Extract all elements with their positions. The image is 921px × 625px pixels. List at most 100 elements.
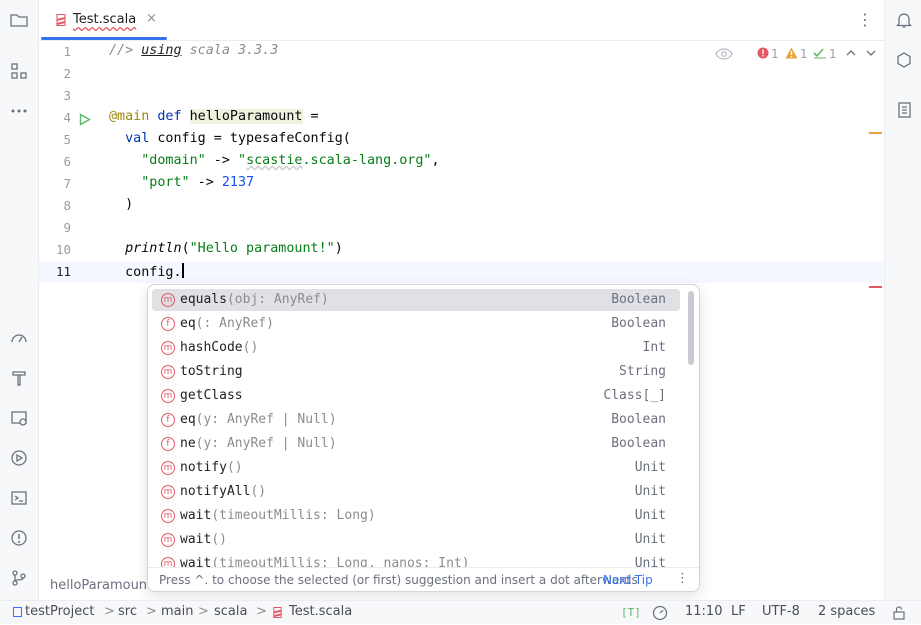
completion-name-text: getClass: [180, 388, 243, 403]
file-encoding[interactable]: UTF-8: [762, 604, 800, 619]
git-icon[interactable]: [9, 568, 29, 588]
project-folder-icon[interactable]: [9, 10, 29, 30]
scala-file-icon: [55, 12, 67, 27]
completion-item-name: ne(y: AnyRef | Null): [180, 436, 337, 451]
completion-name-text: notifyAll: [180, 484, 251, 499]
read-only-toggle-icon[interactable]: [892, 605, 906, 624]
completion-name-text: eq: [180, 412, 196, 427]
line-number: 9: [63, 220, 71, 235]
breadcrumb-scala[interactable]: scala: [214, 604, 247, 619]
completion-name-text: hashCode: [180, 340, 243, 355]
weak-warning-count: 1: [829, 47, 837, 61]
line-number: 3: [63, 88, 71, 103]
method-kind-icon: m: [161, 533, 175, 547]
completion-name-text: toString: [180, 364, 243, 379]
completion-item[interactable]: f eq(y: AnyRef | Null) Boolean: [152, 409, 680, 431]
completion-signature: (): [211, 532, 227, 547]
completion-return-type: Unit: [634, 484, 666, 499]
breadcrumb-file[interactable]: Test.scala: [289, 604, 352, 619]
completion-return-type: Int: [642, 340, 666, 355]
completion-item[interactable]: m toString String: [152, 361, 680, 383]
breadcrumb-separator: >: [146, 604, 157, 619]
error-count-icon: [757, 47, 769, 62]
run-icon[interactable]: [9, 448, 29, 468]
editor-tab-bar: Test.scala × ⋮: [39, 0, 884, 41]
problems-icon[interactable]: [9, 528, 29, 548]
breadcrumb-separator: >: [198, 604, 209, 619]
completion-item[interactable]: f eq(: AnyRef) Boolean: [152, 313, 680, 335]
line-ending[interactable]: LF: [731, 604, 746, 619]
next-tip-link[interactable]: Next Tip: [603, 573, 653, 587]
run-main-gutter-icon[interactable]: [79, 111, 91, 126]
completion-item[interactable]: m wait(timeoutMillis: Long) Unit: [152, 505, 680, 527]
documentation-icon[interactable]: [894, 100, 914, 120]
completion-return-type: Unit: [634, 532, 666, 547]
breadcrumb-separator: >: [104, 604, 115, 619]
completion-options-icon[interactable]: ⋮: [676, 571, 689, 586]
type-aware-indicator[interactable]: [T]: [621, 606, 641, 619]
tab-options-icon[interactable]: ⋮: [857, 10, 873, 29]
profiler-icon[interactable]: [9, 328, 29, 348]
services-icon[interactable]: [9, 408, 29, 428]
indent-setting[interactable]: 2 spaces: [818, 604, 875, 619]
previous-highlight-chevron-up-icon[interactable]: [846, 47, 856, 62]
completion-signature: (y: AnyRef | Null): [195, 412, 337, 427]
completion-item-name: hashCode(): [180, 340, 258, 355]
completion-signature: (obj: AnyRef): [226, 292, 329, 307]
function-kind-icon: f: [161, 437, 175, 451]
error-count: 1: [771, 47, 779, 61]
inspection-profile-icon[interactable]: [652, 605, 668, 625]
code-completion-popup[interactable]: m equals(obj: AnyRef) Boolean f eq(: AnyRef)…: [147, 284, 700, 592]
next-highlight-chevron-down-icon[interactable]: [866, 47, 876, 62]
project-module-icon: [13, 606, 22, 621]
completion-name-text: ne: [180, 436, 196, 451]
completion-signature: (): [226, 460, 243, 475]
completion-item-name: eq(: AnyRef): [180, 316, 274, 331]
ai-assistant-icon[interactable]: [894, 50, 914, 70]
line-number: 8: [63, 198, 71, 213]
completion-signature: (): [250, 484, 267, 499]
structure-icon[interactable]: [9, 61, 29, 81]
breadcrumb-src[interactable]: src: [118, 604, 137, 619]
reader-mode-eye-icon[interactable]: [715, 47, 733, 64]
build-hammer-icon[interactable]: [9, 368, 29, 388]
completion-item-name: wait(): [180, 532, 227, 547]
warning-count: 1: [800, 47, 808, 61]
completion-item[interactable]: m hashCode() Int: [152, 337, 680, 359]
line-number: 2: [63, 66, 71, 81]
breadcrumb-main[interactable]: main: [161, 604, 193, 619]
completion-item[interactable]: m wait() Unit: [152, 529, 680, 551]
text-caret: [181, 263, 184, 278]
tab-test-scala[interactable]: Test.scala ×: [39, 0, 167, 40]
completion-return-type: Unit: [634, 508, 666, 523]
completion-footer: Press ^. to choose the selected (or firs…: [148, 567, 699, 591]
left-tool-strip: [0, 0, 39, 600]
completion-item[interactable]: m equals(obj: AnyRef) Boolean: [152, 289, 680, 311]
completion-scrollbar[interactable]: [688, 291, 694, 365]
method-kind-icon: m: [161, 389, 175, 403]
completion-item[interactable]: m notify() Unit: [152, 457, 680, 479]
completion-return-type: Class[_]: [603, 388, 666, 403]
completion-name-text: wait: [180, 532, 212, 547]
caret-position[interactable]: 11:10: [685, 604, 722, 619]
line-number: 10: [55, 242, 71, 257]
breadcrumb-function[interactable]: helloParamount(): [50, 578, 162, 593]
warning-stripe-marker[interactable]: [869, 132, 882, 134]
line-number: 5: [63, 132, 71, 147]
breadcrumb-separator: >: [256, 604, 267, 619]
close-tab-icon[interactable]: ×: [146, 11, 157, 26]
method-kind-icon: m: [161, 485, 175, 499]
completion-item-name: equals(obj: AnyRef): [180, 292, 329, 307]
completion-item[interactable]: m getClass Class[_]: [152, 385, 680, 407]
tab-label: Test.scala: [73, 12, 137, 27]
terminal-icon[interactable]: [9, 488, 29, 508]
error-stripe-marker[interactable]: [869, 286, 882, 288]
completion-item[interactable]: f ne(y: AnyRef | Null) Boolean: [152, 433, 680, 455]
breadcrumb-project[interactable]: testProject: [25, 604, 94, 619]
completion-name-text: equals: [180, 292, 227, 307]
notifications-bell-icon[interactable]: [894, 10, 914, 30]
more-tools-icon[interactable]: [9, 101, 29, 121]
completion-name-text: eq: [180, 316, 196, 331]
status-bar: testProject > src > main > scala > Test.…: [0, 600, 921, 624]
completion-item[interactable]: m notifyAll() Unit: [152, 481, 680, 503]
